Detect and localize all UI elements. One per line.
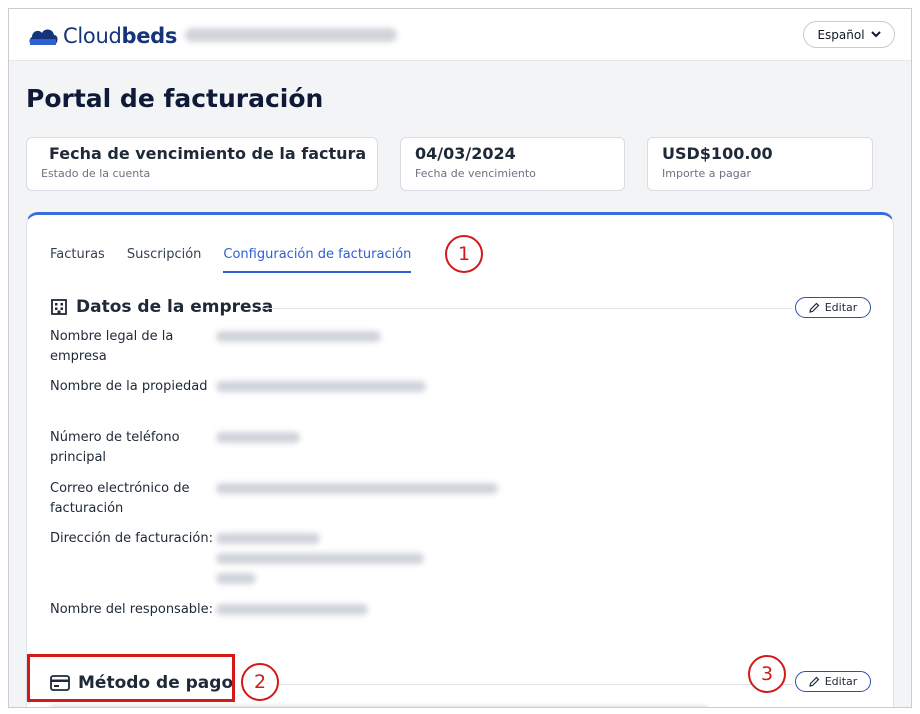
chevron-down-icon [870,31,881,38]
company-section-title: Datos de la empresa [76,297,274,317]
status-value: Fecha de vencimiento de la factura [49,144,367,163]
edit-label: Editar [824,675,858,688]
status-label: Estado de la cuenta [41,167,151,180]
row-value-redacted [216,428,870,468]
billing-tabs: Facturas Suscripción Configuración de fa… [50,247,412,273]
company-row-billing-address: Dirección de facturación: [50,529,870,593]
app-window: Cloudbeds Español Portal de facturación … [8,8,912,708]
language-label: Español [817,27,865,42]
company-row-contact-name: Nombre del responsable: [50,600,870,624]
section-divider [263,308,793,309]
amount-value: USD$100.00 [662,144,773,163]
payment-instructions-redacted [49,706,709,707]
tab-billing-settings[interactable]: Configuración de facturación [223,247,412,273]
billing-panel: Facturas Suscripción Configuración de fa… [26,212,894,707]
amount-label: Importe a pagar [662,167,751,180]
annotation-marker-2: 2 [241,663,279,701]
logo-text: Cloudbeds [63,24,178,48]
cloudbeds-logo[interactable]: Cloudbeds [27,23,177,49]
status-card-due-date: 04/03/2024 Fecha de vencimiento [400,137,625,191]
property-name-redacted [185,28,397,42]
status-card-amount: USD$100.00 Importe a pagar [647,137,873,191]
company-section-header: Datos de la empresa [50,297,273,317]
annotation-highlight-box [27,654,235,702]
pencil-icon [808,302,820,313]
edit-label: Editar [824,301,858,314]
page-title: Portal de facturación [26,84,324,113]
edit-payment-button[interactable]: Editar [795,671,871,692]
annotation-marker-3: 3 [748,655,786,693]
section-divider [263,684,793,685]
status-card-account: Fecha de vencimiento de la factura Estad… [26,137,378,191]
tab-invoices[interactable]: Facturas [50,247,105,273]
company-row-property-name: Nombre de la propiedad [50,377,870,401]
company-row-phone: Número de teléfono principal [50,428,870,468]
due-date-label: Fecha de vencimiento [415,167,536,180]
row-label: Dirección de facturación: [50,531,213,546]
building-icon [51,299,67,315]
row-value-redacted [216,327,870,367]
row-value-redacted [216,529,870,593]
row-value-redacted [216,600,870,624]
row-label: Número de teléfono principal [50,430,180,465]
cloud-logo-icon [29,29,58,45]
company-row-legal-name: Nombre legal de la empresa [50,327,870,367]
language-selector[interactable]: Español [803,21,895,48]
company-row-billing-email: Correo electrónico de facturación [50,479,870,519]
top-bar: Cloudbeds Español [9,9,911,61]
row-value-redacted [216,479,870,519]
row-value-redacted [216,377,870,401]
row-label: Nombre de la propiedad [50,379,208,394]
annotation-marker-1: 1 [445,235,483,273]
tab-subscription[interactable]: Suscripción [127,247,202,273]
edit-company-button[interactable]: Editar [795,297,871,318]
pencil-icon [808,676,820,687]
row-label: Nombre legal de la empresa [50,329,174,364]
due-date-value: 04/03/2024 [415,144,516,163]
row-label: Nombre del responsable: [50,602,214,617]
row-label: Correo electrónico de facturación [50,481,190,516]
